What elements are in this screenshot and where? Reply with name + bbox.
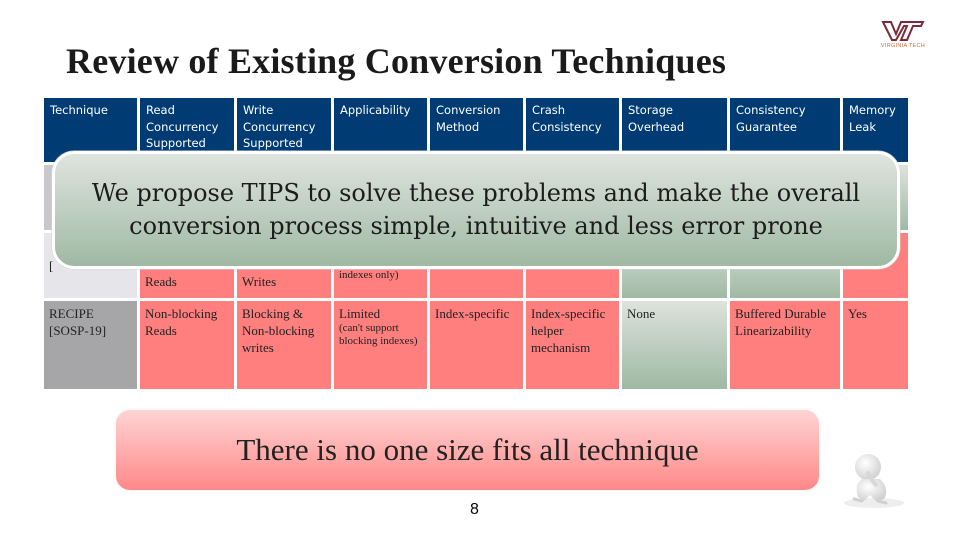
thinking-person-figure xyxy=(832,415,922,510)
logo-text: VIRGINIA TECH xyxy=(880,43,926,49)
cell-memory-leak: Yes xyxy=(843,301,908,392)
banner-text: There is no one size fits all technique xyxy=(236,432,699,467)
slide-title: Review of Existing Conversion Techniques xyxy=(66,41,727,81)
cell-technique: RECIPE [SOSP-19] xyxy=(44,301,140,392)
table-row: RECIPE [SOSP-19] Non-blocking Reads Bloc… xyxy=(44,301,908,392)
cell-crash: Index-specific helper mechanism xyxy=(526,301,622,392)
vt-logo-icon xyxy=(881,21,925,41)
virginia-tech-logo: VIRGINIA TECH xyxy=(872,20,934,60)
cell-applicability: Limited (can't support blocking indexes) xyxy=(334,301,430,392)
cell-consistency: Buffered Durable Linearizability xyxy=(730,301,843,392)
page-number: 8 xyxy=(470,501,479,518)
callout-line-1: We propose TIPS to solve these problems … xyxy=(91,179,861,207)
thinking-person-icon xyxy=(844,454,904,508)
callout-line-2: conversion process simple, intuitive and… xyxy=(129,212,823,240)
cell-write: Blocking & Non-blocking writes xyxy=(237,301,334,392)
cell-read: Non-blocking Reads xyxy=(140,301,237,392)
applicability-value: Limited xyxy=(339,306,381,321)
tips-proposal-callout: We propose TIPS to solve these problems … xyxy=(52,151,900,269)
cell-conversion: Index-specific xyxy=(430,301,526,392)
cell-storage: None xyxy=(622,301,730,392)
conclusion-banner: There is no one size fits all technique xyxy=(116,410,819,490)
applicability-note: (can't support blocking indexes) xyxy=(339,322,418,347)
